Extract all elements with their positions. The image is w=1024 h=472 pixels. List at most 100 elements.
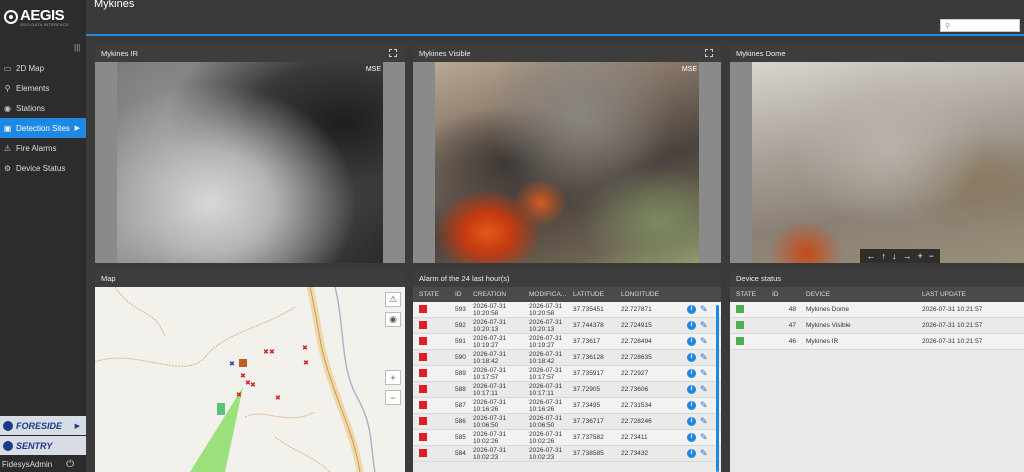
edit-icon[interactable]: ✎ [700,353,708,362]
date-text: 2026-07-31 [529,366,563,374]
date-text: 2026-07-31 [529,398,563,406]
column-header[interactable]: MODIFICA... [523,291,567,298]
zoom-in-button[interactable]: + [385,370,401,385]
column-header[interactable]: STATE [730,291,766,298]
column-header[interactable]: ID [766,291,800,298]
table-row[interactable]: 590 2026-07-31 10:18:42 2026-07-31 10:18:42 3… [413,350,721,366]
time-text: 10:16:26 [529,405,555,413]
camera-feed-ir[interactable]: MSE [117,62,383,263]
zoom-out-button[interactable]: − [385,390,401,405]
collapse-sidebar-icon[interactable]: ||| [74,43,80,52]
edit-icon[interactable]: ✎ [700,337,708,346]
edit-icon[interactable]: ✎ [700,305,708,314]
app-logo[interactable]: AEGIS GEO-DATA INTERFACE [0,0,86,34]
table-row[interactable]: 586 2026-07-31 10:06:50 2026-07-31 10:06:50 3… [413,414,721,430]
sidebar-item-device-status[interactable]: ⚙ Device Status [0,158,86,178]
creation-cell: 2026-07-31 10:16:26 [467,399,523,413]
table-row[interactable]: 588 2026-07-31 10:17:11 2026-07-31 10:17:11 3… [413,382,721,398]
device-state-indicator [736,336,744,345]
edit-icon[interactable]: ✎ [700,369,708,378]
actions-cell: i ✎ [681,385,708,394]
table-row[interactable]: 591 2026-07-31 10:19:27 2026-07-31 10:19:27 3… [413,334,721,350]
modified-cell: 2026-07-31 10:20:13 [523,319,567,333]
info-icon[interactable]: i [687,449,696,458]
zoom-out-icon[interactable]: − [929,251,934,261]
info-icon[interactable]: i [687,305,696,314]
map-icon: ▭ [3,63,12,73]
search-input[interactable]: ⚲ [940,19,1020,32]
latitude-cell: 37.744378 [573,322,604,329]
date-text: 2026-07-31 [473,366,507,374]
sidebar-item-stations[interactable]: ◉ Stations [0,98,86,118]
creation-cell: 2026-07-31 10:19:27 [467,335,523,349]
info-icon[interactable]: i [687,433,696,442]
sidebar-item-elements[interactable]: ⚲ Elements [0,78,86,98]
pan-right-icon[interactable]: → [902,251,911,261]
table-row[interactable]: 585 2026-07-31 10:02:26 2026-07-31 10:02:26 3… [413,430,721,446]
column-header[interactable]: DEVICE [800,291,916,298]
sidebar-item-fire-alarms[interactable]: ⚠ Fire Alarms [0,138,86,158]
alarm-state-indicator [419,336,427,345]
logout-icon[interactable]: ⏻ [66,459,74,470]
state-cell [413,448,449,459]
camera-overlay-label: MSE [365,66,381,73]
sidebar-item-2d-map[interactable]: ▭ 2D Map [0,58,86,78]
edit-icon[interactable]: ✎ [700,449,708,458]
id-cell: 46 [788,338,796,345]
date-text: 2026-07-31 [529,414,563,422]
column-header[interactable]: LATITUDE [567,291,615,298]
brand-sentry[interactable]: SENTRY [0,436,86,455]
edit-icon[interactable]: ✎ [700,385,708,394]
table-row[interactable]: 593 2026-07-31 10:20:58 2026-07-31 10:20:58 3… [413,302,721,318]
date-text: 2026-07-31 [473,334,507,342]
fullscreen-icon[interactable] [389,49,397,57]
table-row[interactable]: 592 2026-07-31 10:20:13 2026-07-31 10:20:13 3… [413,318,721,334]
table-row[interactable]: 587 2026-07-31 10:16:26 2026-07-31 10:16:26 3… [413,398,721,414]
tilt-up-icon[interactable]: ↑ [881,251,886,261]
date-text: 2026-07-31 [473,446,507,454]
info-icon[interactable]: i [687,321,696,330]
column-header[interactable]: LONGITUDE [615,291,681,298]
info-icon[interactable]: i [687,417,696,426]
modified-cell: 2026-07-31 10:02:23 [523,447,567,461]
sidebar-item-label: Detection Sites [16,123,70,133]
user-bar: FidesysAdmin ⏻ [0,456,86,472]
table-row[interactable]: 584 2026-07-31 10:02:23 2026-07-31 10:02:23 3… [413,446,721,462]
fullscreen-icon[interactable] [705,49,713,57]
info-icon[interactable]: i [687,385,696,394]
zoom-in-icon[interactable]: + [917,251,922,261]
edit-icon[interactable]: ✎ [700,401,708,410]
svg-text:✖: ✖ [236,392,242,399]
alert-layer-icon[interactable]: ⚠ [385,292,401,307]
camera-feed-dome[interactable] [752,62,1024,263]
edit-icon[interactable]: ✎ [700,417,708,426]
panel-header: Mykines Dome [730,45,1024,62]
table-row[interactable]: 48 Mykines Dome 2026-07-31 10:21:57 [730,302,1024,318]
camera-layer-icon[interactable]: ◉ [385,312,401,327]
info-icon[interactable]: i [687,369,696,378]
table-row[interactable]: 47 Mykines Visible 2026-07-31 10:21:57 [730,318,1024,334]
scrollbar[interactable] [716,305,719,472]
chevron-right-icon: ▶ [74,125,80,132]
edit-icon[interactable]: ✎ [700,321,708,330]
brand-foreside[interactable]: FORESIDE ▶ [0,416,86,435]
column-header[interactable]: STATE [413,291,449,298]
table-row[interactable]: 46 Mykines IR 2026-07-31 10:21:57 [730,334,1024,350]
column-header[interactable]: CREATION [467,291,523,298]
column-header[interactable]: ID [449,291,467,298]
sidebar-item-detection-sites[interactable]: ▣ Detection Sites ▶ [0,118,86,138]
pan-left-icon[interactable]: ← [866,251,875,261]
tilt-down-icon[interactable]: ↓ [892,251,897,261]
panel-header: Alarm of the 24 last hour(s) [413,270,721,287]
edit-icon[interactable]: ✎ [700,433,708,442]
column-header[interactable]: LAST UPDATE [916,291,1016,298]
table-row[interactable]: 589 2026-07-31 10:17:57 2026-07-31 10:17:57 3… [413,366,721,382]
info-icon[interactable]: i [687,337,696,346]
info-icon[interactable]: i [687,353,696,362]
map-view[interactable]: ✖ ✖ ✖ ✖ ✖ ✖ ✖ ✖ ✖ ✖ ⚠ ◉ + − [95,287,405,472]
latitude-cell: 37.738585 [573,450,604,457]
info-icon[interactable]: i [687,401,696,410]
time-text: 10:02:26 [473,437,499,445]
camera-feed-visible[interactable]: MSE [435,62,699,263]
alarm-state-indicator [419,416,427,425]
